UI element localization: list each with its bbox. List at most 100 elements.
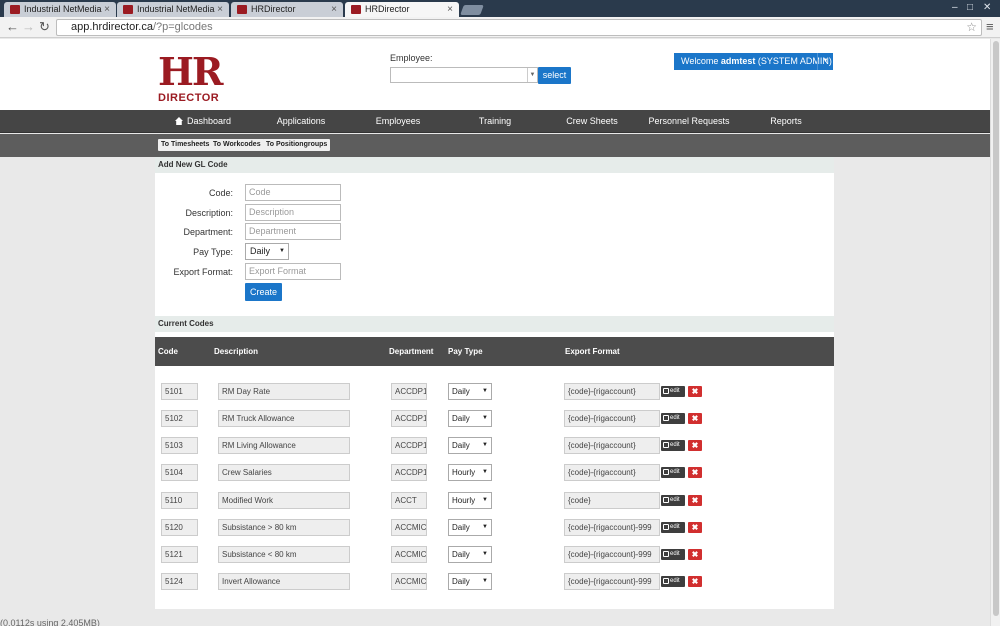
code-input[interactable]: Code: [245, 184, 341, 201]
page-scrollbar[interactable]: [990, 39, 1000, 626]
edit-button[interactable]: edit: [661, 467, 685, 478]
new-tab-button[interactable]: [460, 5, 484, 15]
row-export-format[interactable]: {code}-{rigaccount}: [564, 383, 660, 400]
row-description[interactable]: Modified Work: [218, 492, 350, 509]
minimize-icon[interactable]: ‒: [952, 2, 958, 13]
browser-menu-icon[interactable]: ≡: [986, 19, 994, 34]
row-code[interactable]: 5104: [161, 464, 198, 481]
to-timesheets-button[interactable]: To Timesheets: [158, 139, 213, 151]
edit-button[interactable]: edit: [661, 386, 685, 397]
user-menu-button[interactable]: Welcome admtest (SYSTEM ADMIN) ▼: [674, 53, 833, 70]
close-icon[interactable]: ×: [331, 2, 337, 17]
chevron-down-icon[interactable]: ▼: [817, 53, 833, 70]
to-positiongroups-button[interactable]: To Positiongroups: [263, 139, 331, 151]
nav-item-reports[interactable]: Reports: [770, 110, 802, 133]
row-description[interactable]: Crew Salaries: [218, 464, 350, 481]
row-description[interactable]: Subsistance < 80 km: [218, 546, 350, 563]
row-pay-type-select[interactable]: Hourly ▼: [448, 492, 492, 509]
row-export-format[interactable]: {code}-{rigaccount}: [564, 410, 660, 427]
row-export-format[interactable]: {code}-{rigaccount}: [564, 437, 660, 454]
chevron-down-icon[interactable]: ▼: [527, 68, 537, 82]
delete-button[interactable]: ✖: [688, 467, 702, 478]
row-export-format[interactable]: {code}-{rigaccount}: [564, 464, 660, 481]
browser-tab[interactable]: HRDirector ×: [231, 2, 343, 17]
row-code[interactable]: 5124: [161, 573, 198, 590]
edit-button[interactable]: edit: [661, 576, 685, 587]
edit-icon: [663, 578, 669, 584]
row-code[interactable]: 5121: [161, 546, 198, 563]
row-department[interactable]: ACCT: [391, 492, 427, 509]
description-input[interactable]: Description: [245, 204, 341, 221]
browser-tab[interactable]: Industrial NetMedia ×: [117, 2, 229, 17]
row-pay-type-select[interactable]: Daily ▼: [448, 383, 492, 400]
row-department[interactable]: ACCDP1: [391, 410, 427, 427]
bookmark-star-icon[interactable]: ☆: [966, 20, 977, 35]
nav-label: Training: [478, 116, 512, 126]
row-pay-type-select[interactable]: Daily ▼: [448, 546, 492, 563]
forward-icon[interactable]: →: [22, 19, 35, 35]
row-export-format[interactable]: {code}-{rigaccount}-999: [564, 573, 660, 590]
row-pay-type-select[interactable]: Daily ▼: [448, 437, 492, 454]
row-export-format[interactable]: {code}: [564, 492, 660, 509]
row-code[interactable]: 5103: [161, 437, 198, 454]
browser-tab-active[interactable]: HRDirector ×: [345, 2, 459, 17]
edit-button[interactable]: edit: [661, 413, 685, 424]
row-code[interactable]: 5110: [161, 492, 198, 509]
row-pay-type-select[interactable]: Daily ▼: [448, 573, 492, 590]
row-description[interactable]: RM Truck Allowance: [218, 410, 350, 427]
create-button[interactable]: Create: [245, 283, 282, 301]
nav-item-training[interactable]: Training: [479, 110, 511, 133]
maximize-icon[interactable]: □: [967, 2, 973, 13]
delete-button[interactable]: ✖: [688, 576, 702, 587]
row-export-format[interactable]: {code}-{rigaccount}-999: [564, 519, 660, 536]
row-description[interactable]: Invert Allowance: [218, 573, 350, 590]
browser-tab[interactable]: Industrial NetMedia ×: [4, 2, 116, 17]
row-department[interactable]: ACCDP1: [391, 437, 427, 454]
scrollbar-thumb[interactable]: [993, 41, 999, 616]
row-department[interactable]: ACCDP1: [391, 383, 427, 400]
edit-button[interactable]: edit: [661, 495, 685, 506]
row-description[interactable]: RM Living Allowance: [218, 437, 350, 454]
delete-button[interactable]: ✖: [688, 413, 702, 424]
hrdirector-logo[interactable]: HR DIRECTOR: [158, 53, 223, 107]
edit-button[interactable]: edit: [661, 440, 685, 451]
row-description[interactable]: RM Day Rate: [218, 383, 350, 400]
row-description[interactable]: Subsistance > 80 km: [218, 519, 350, 536]
row-code[interactable]: 5101: [161, 383, 198, 400]
row-pay-type-select[interactable]: Daily ▼: [448, 410, 492, 427]
row-department[interactable]: ACCDP1: [391, 464, 427, 481]
delete-button[interactable]: ✖: [688, 386, 702, 397]
delete-button[interactable]: ✖: [688, 549, 702, 560]
nav-item-applications[interactable]: Applications: [277, 110, 326, 133]
delete-button[interactable]: ✖: [688, 440, 702, 451]
row-export-format[interactable]: {code}-{rigaccount}-999: [564, 546, 660, 563]
to-workcodes-button[interactable]: To Workcodes: [210, 139, 264, 151]
nav-item-employees[interactable]: Employees: [376, 110, 421, 133]
close-icon[interactable]: ×: [217, 2, 223, 17]
nav-item-crew-sheets[interactable]: Crew Sheets: [566, 110, 618, 133]
nav-item-dashboard[interactable]: Dashboard: [174, 110, 231, 133]
row-department[interactable]: ACCMIC: [391, 519, 427, 536]
export-format-input[interactable]: Export Format: [245, 263, 341, 280]
department-input[interactable]: Department: [245, 223, 341, 240]
edit-button[interactable]: edit: [661, 522, 685, 533]
delete-button[interactable]: ✖: [688, 495, 702, 506]
back-icon[interactable]: ←: [6, 19, 19, 35]
nav-item-personnel-requests[interactable]: Personnel Requests: [648, 110, 729, 133]
row-code[interactable]: 5120: [161, 519, 198, 536]
delete-button[interactable]: ✖: [688, 522, 702, 533]
pay-type-select[interactable]: Daily ▼: [245, 243, 289, 260]
employee-select-button[interactable]: select: [538, 67, 571, 84]
employee-combobox[interactable]: ▼: [390, 67, 538, 83]
row-department[interactable]: ACCMIC: [391, 573, 427, 590]
edit-button[interactable]: edit: [661, 549, 685, 560]
row-department[interactable]: ACCMIC: [391, 546, 427, 563]
close-icon[interactable]: ×: [104, 2, 110, 17]
row-pay-type-select[interactable]: Daily ▼: [448, 519, 492, 536]
row-code[interactable]: 5102: [161, 410, 198, 427]
row-pay-type-select[interactable]: Hourly ▼: [448, 464, 492, 481]
close-icon[interactable]: ×: [447, 2, 453, 17]
window-close-icon[interactable]: ✕: [983, 2, 991, 13]
reload-icon[interactable]: ↻: [39, 19, 50, 35]
address-bar[interactable]: app.hrdirector.ca/?p=glcodes ☆: [56, 19, 982, 36]
